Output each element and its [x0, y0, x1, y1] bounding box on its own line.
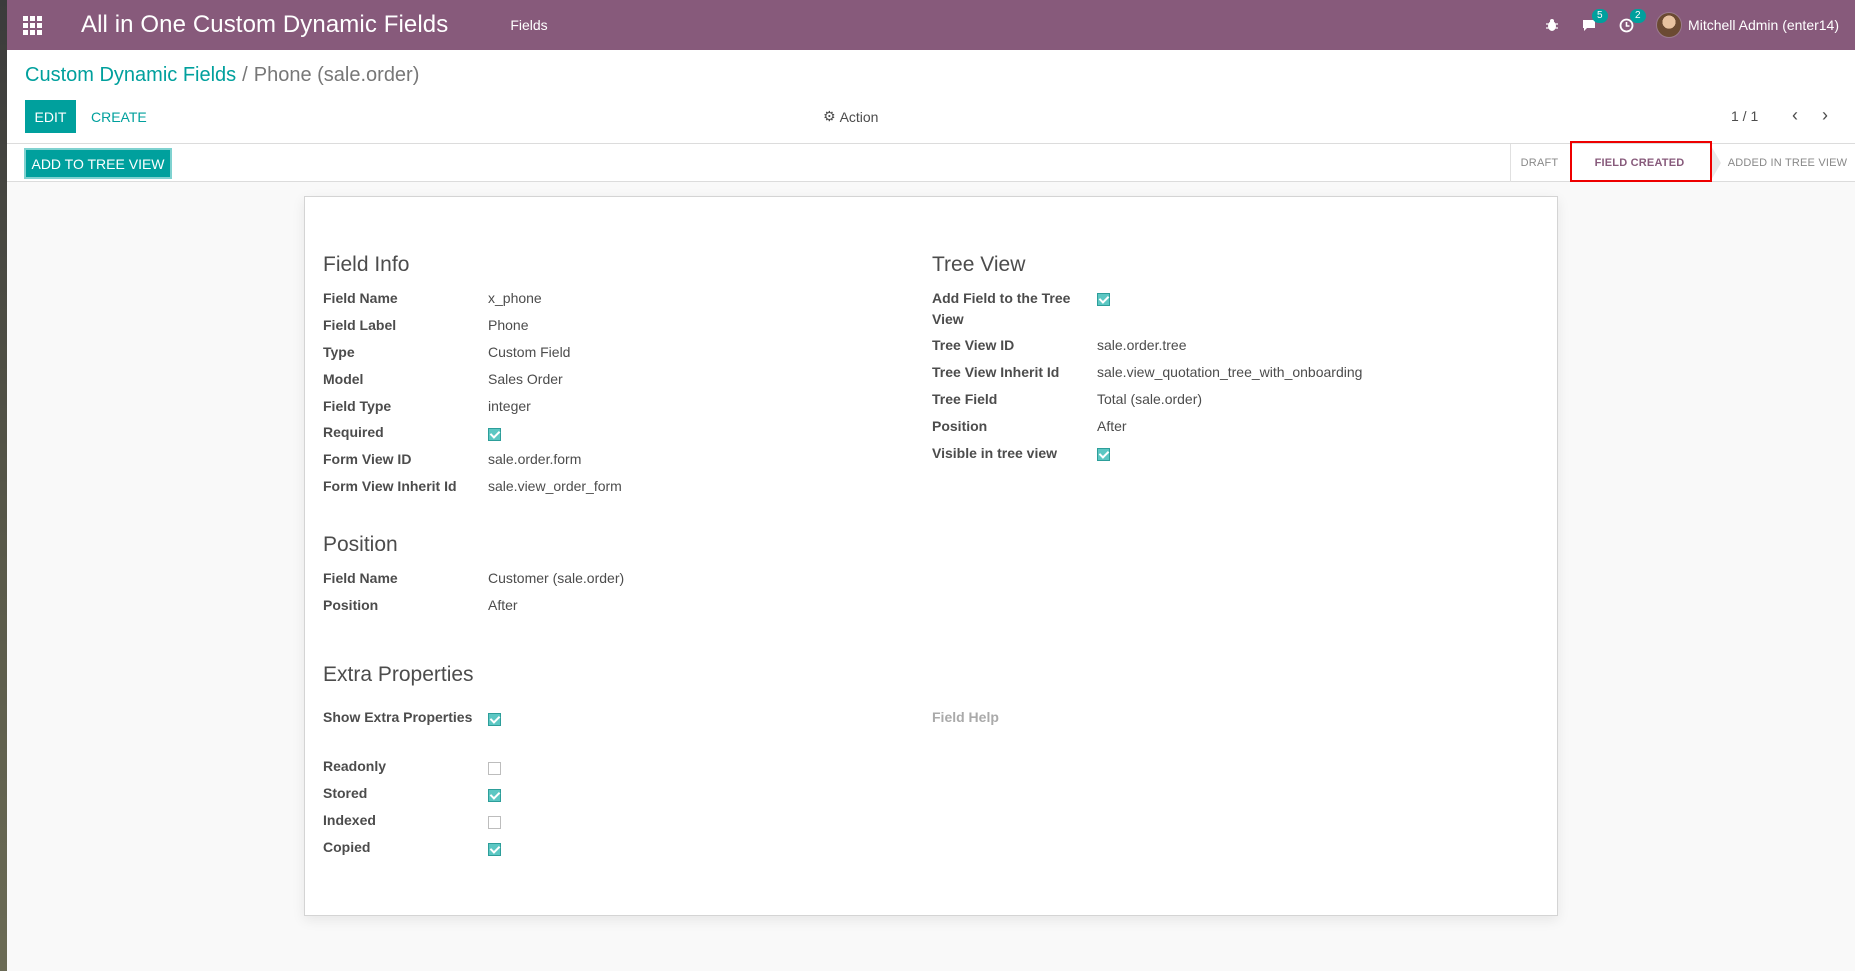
- status-bar: ADD TO TREE VIEW DRAFT FIELD CREATED ADD…: [7, 141, 1855, 182]
- required-label: Required: [323, 424, 384, 440]
- field-label-label: Field Label: [323, 317, 397, 333]
- position-label: Position: [323, 597, 379, 613]
- readonly-checkbox[interactable]: [488, 762, 501, 775]
- tree-view-id-value: sale.order.tree: [1097, 337, 1187, 353]
- breadcrumb-current: Phone (sale.order): [253, 64, 420, 86]
- action-label: Action: [839, 108, 879, 125]
- position-title: Position: [323, 533, 398, 556]
- add-field-tree-label: Add Field to the Tree View: [932, 290, 1071, 327]
- tree-position-label: Position: [932, 418, 988, 434]
- model-value: Sales Order: [488, 371, 563, 387]
- stage-added-in-tree-view[interactable]: ADDED IN TREE VIEW: [1720, 144, 1855, 182]
- model-label: Model: [323, 371, 364, 387]
- activity-badge: 2: [1630, 8, 1646, 23]
- control-panel: Custom Dynamic Fields / Phone (sale.order)…: [7, 50, 1855, 144]
- add-field-tree-checkbox[interactable]: [1097, 293, 1110, 306]
- copied-checkbox[interactable]: [488, 843, 501, 856]
- gear-icon: ⚙: [823, 108, 836, 124]
- pager-value[interactable]: 1 / 1: [1731, 108, 1758, 124]
- field-name-value: x_phone: [488, 290, 542, 306]
- field-type-label: Field Type: [323, 398, 392, 414]
- top-navbar: All in One Custom Dynamic Fields Fields …: [7, 0, 1855, 50]
- desktop-edge: [0, 0, 7, 971]
- activity-clock-icon[interactable]: 2: [1619, 8, 1646, 33]
- chat-icon[interactable]: 5: [1581, 9, 1608, 32]
- breadcrumb: Custom Dynamic Fields / Phone (sale.order): [25, 64, 419, 87]
- form-view-inherit-value: sale.view_order_form: [488, 478, 622, 494]
- form-view-inherit-label: Form View Inherit Id: [323, 478, 457, 494]
- extra-properties-title: Extra Properties: [323, 663, 474, 686]
- chat-badge: 5: [1592, 9, 1608, 23]
- breadcrumb-separator: /: [242, 64, 248, 86]
- edit-button[interactable]: EDIT: [25, 100, 76, 133]
- tree-position-value: After: [1097, 418, 1127, 434]
- chevron-left-icon[interactable]: ‹: [1792, 105, 1798, 126]
- tree-field-label: Tree Field: [932, 391, 998, 407]
- position-field-name-value: Customer (sale.order): [488, 570, 625, 586]
- field-name-label: Field Name: [323, 290, 398, 306]
- app-title[interactable]: All in One Custom Dynamic Fields: [81, 11, 448, 39]
- indexed-checkbox[interactable]: [488, 816, 501, 829]
- stage-highlight-annotation: [1570, 141, 1712, 182]
- create-button[interactable]: CREATE: [91, 100, 147, 133]
- tree-view-inherit-value: sale.view_quotation_tree_with_onboarding: [1097, 364, 1363, 380]
- tree-view-id-label: Tree View ID: [932, 337, 1015, 353]
- visible-tree-label: Visible in tree view: [932, 445, 1058, 461]
- type-label: Type: [323, 344, 355, 360]
- tree-field-value: Total (sale.order): [1097, 391, 1203, 407]
- breadcrumb-parent[interactable]: Custom Dynamic Fields: [25, 64, 236, 86]
- apps-menu-icon[interactable]: [23, 16, 45, 35]
- type-value: Custom Field: [488, 344, 571, 360]
- stage-draft[interactable]: DRAFT: [1510, 144, 1568, 182]
- field-help-label: Field Help: [932, 709, 999, 725]
- tree-view-title: Tree View: [932, 253, 1026, 276]
- field-type-value: integer: [488, 398, 531, 414]
- stored-label: Stored: [323, 785, 368, 801]
- form-view-id-value: sale.order.form: [488, 451, 582, 467]
- show-extra-checkbox[interactable]: [488, 713, 501, 726]
- chevron-right-icon[interactable]: ›: [1822, 105, 1828, 126]
- stored-checkbox[interactable]: [488, 789, 501, 802]
- form-view-id-label: Form View ID: [323, 451, 412, 467]
- form-sheet: Field Info Field Name x_phone Field Labe…: [304, 196, 1558, 916]
- position-value: After: [488, 597, 518, 613]
- menu-fields[interactable]: Fields: [510, 17, 547, 33]
- field-info-title: Field Info: [323, 253, 410, 276]
- bug-icon[interactable]: [1545, 18, 1559, 32]
- position-field-name-label: Field Name: [323, 570, 398, 586]
- user-avatar[interactable]: [1656, 12, 1683, 38]
- user-menu[interactable]: Mitchell Admin (enter14): [1688, 17, 1839, 33]
- indexed-label: Indexed: [323, 812, 376, 828]
- tree-view-inherit-label: Tree View Inherit Id: [932, 364, 1060, 380]
- required-checkbox[interactable]: [488, 428, 501, 441]
- show-extra-label: Show Extra Properties: [323, 709, 473, 725]
- copied-label: Copied: [323, 839, 371, 855]
- visible-tree-checkbox[interactable]: [1097, 448, 1110, 461]
- field-label-value: Phone: [488, 317, 529, 333]
- add-to-tree-view-button[interactable]: ADD TO TREE VIEW: [24, 148, 172, 179]
- action-dropdown[interactable]: ⚙ Action: [823, 108, 878, 125]
- readonly-label: Readonly: [323, 758, 387, 774]
